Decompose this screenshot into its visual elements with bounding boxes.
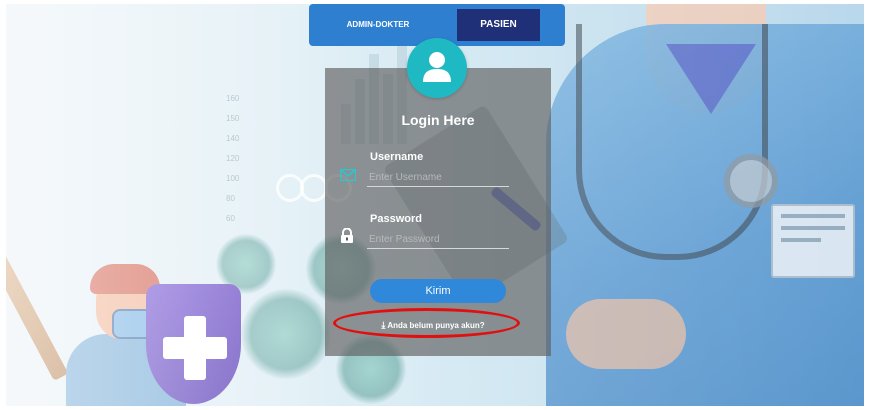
envelope-icon bbox=[339, 168, 357, 186]
username-input[interactable] bbox=[367, 168, 509, 187]
user-icon bbox=[423, 52, 451, 82]
username-label: Username bbox=[370, 151, 424, 163]
password-input[interactable] bbox=[367, 230, 509, 249]
login-title: Login Here bbox=[401, 112, 475, 128]
download-icon: ⤓ bbox=[381, 320, 386, 330]
password-label: Password bbox=[370, 213, 422, 225]
tab-admin-dokter[interactable]: ADMIN-DOKTER bbox=[319, 9, 437, 41]
avatar bbox=[407, 38, 467, 98]
submit-button[interactable]: Kirim bbox=[370, 279, 506, 303]
lock-icon bbox=[340, 227, 354, 249]
register-link[interactable]: ⤓ Anda belum punya akun? bbox=[340, 317, 526, 333]
register-link-label: Anda belum punya akun? bbox=[387, 321, 485, 330]
tab-pasien[interactable]: PASIEN bbox=[457, 9, 540, 41]
